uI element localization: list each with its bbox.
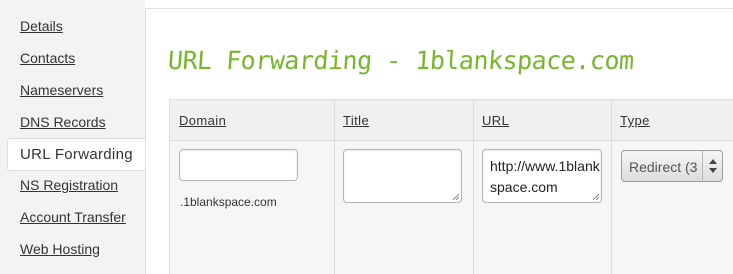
- forwarding-table: Domain Title URL Type .1blankspace.com h…: [169, 99, 733, 274]
- sidebar-item-account-transfer[interactable]: Account Transfer: [20, 209, 126, 225]
- column-header-type[interactable]: Type: [620, 113, 650, 128]
- column-divider: [611, 100, 612, 274]
- column-divider: [334, 100, 335, 274]
- page-title: URL Forwarding - 1blankspace.com: [166, 46, 635, 75]
- resize-grip-icon[interactable]: [592, 193, 599, 200]
- column-header-domain[interactable]: Domain: [179, 113, 226, 128]
- type-select-value: Redirect (3: [629, 159, 698, 175]
- sidebar-item-details[interactable]: Details: [20, 18, 63, 34]
- domain-input[interactable]: [179, 149, 298, 181]
- column-header-title[interactable]: Title: [343, 113, 369, 128]
- sidebar-item-contacts[interactable]: Contacts: [20, 50, 75, 66]
- domain-suffix-label: .1blankspace.com: [180, 195, 277, 209]
- sidebar-item-dns-records[interactable]: DNS Records: [20, 114, 106, 130]
- column-header-url[interactable]: URL: [482, 113, 509, 128]
- domain-cell: .1blankspace.com: [170, 141, 334, 274]
- sidebar-item-nameservers[interactable]: Nameservers: [20, 82, 103, 98]
- sidebar-item-web-hosting[interactable]: Web Hosting: [20, 241, 100, 257]
- sidebar-nav: [0, 0, 145, 274]
- url-textarea[interactable]: http://www.1blankspace.com: [482, 149, 602, 203]
- resize-grip-icon[interactable]: [452, 193, 459, 200]
- select-arrows-icon: [702, 151, 722, 181]
- sidebar-item-ns-registration[interactable]: NS Registration: [20, 177, 118, 193]
- sidebar-item-label: URL Forwarding: [20, 146, 133, 163]
- type-select[interactable]: Redirect (3: [621, 150, 723, 182]
- column-divider: [473, 100, 474, 274]
- sidebar-item-url-forwarding[interactable]: URL Forwarding: [7, 138, 153, 171]
- title-textarea[interactable]: [343, 149, 462, 203]
- url-value: http://www.1blankspace.com: [490, 158, 600, 195]
